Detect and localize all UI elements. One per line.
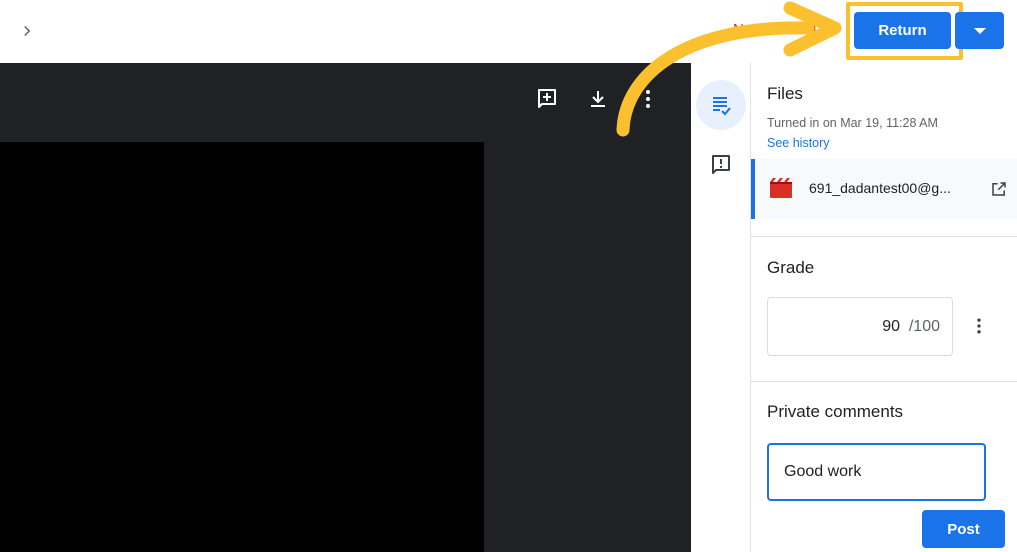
arrow-drop-down-icon xyxy=(973,27,986,34)
add-comment-icon xyxy=(538,89,556,108)
chevron-right-icon xyxy=(24,25,31,37)
file-name: 691_dadantest00@g... xyxy=(809,180,951,196)
side-rail xyxy=(691,63,751,552)
comments-tab-button[interactable] xyxy=(696,140,746,190)
download-button[interactable] xyxy=(584,85,612,113)
open-in-new-button[interactable] xyxy=(988,178,1010,200)
grade-options-button[interactable] xyxy=(967,314,991,338)
file-viewer xyxy=(0,63,691,552)
download-icon xyxy=(591,91,605,107)
more-vert-icon xyxy=(977,318,981,334)
section-divider xyxy=(751,236,1017,237)
more-options-button[interactable] xyxy=(634,85,662,113)
status-text: Not returned xyxy=(733,21,817,38)
files-heading: Files xyxy=(767,84,803,103)
open-in-new-icon xyxy=(992,182,1006,196)
see-history-link[interactable]: See history xyxy=(767,136,830,150)
assignment-icon xyxy=(713,97,731,116)
video-file-icon xyxy=(770,178,792,198)
section-divider xyxy=(751,381,1017,382)
turned-in-timestamp: Turned in on Mar 19, 11:28 AM xyxy=(767,116,938,130)
private-comments-heading: Private comments xyxy=(767,402,904,421)
grade-heading: Grade xyxy=(767,258,815,277)
return-button[interactable]: Return xyxy=(854,12,951,49)
grade-total: /100 xyxy=(908,318,940,335)
grading-panel: Files Turned in on Mar 19, 11:28 AM See … xyxy=(751,63,1017,552)
more-vert-icon xyxy=(646,90,650,108)
private-comment-input[interactable] xyxy=(767,443,986,501)
comment-icon xyxy=(712,155,730,174)
files-tab-button[interactable] xyxy=(696,80,746,130)
return-options-button[interactable] xyxy=(955,12,1004,49)
top-bar: Not returned Return xyxy=(0,0,1017,63)
grade-value: 90 xyxy=(882,318,900,335)
grade-input[interactable]: 90 /100 xyxy=(767,297,953,356)
post-button[interactable]: Post xyxy=(922,510,1005,548)
add-comment-button[interactable] xyxy=(533,85,561,113)
expand-sidebar-button[interactable] xyxy=(14,18,40,44)
file-attachment-row[interactable]: 691_dadantest00@g... xyxy=(751,159,1017,219)
video-preview[interactable] xyxy=(0,142,484,552)
